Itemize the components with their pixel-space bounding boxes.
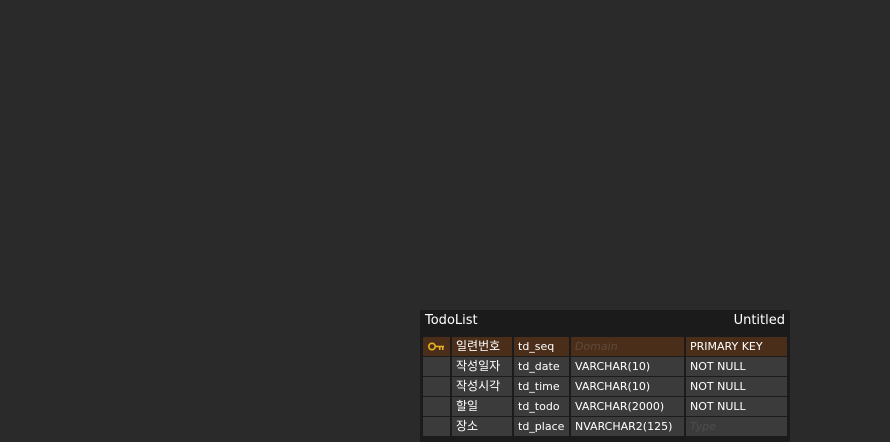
column-row[interactable]: 일련번호 td_seq Domain PRIMARY KEY	[423, 337, 787, 356]
column-logical-name[interactable]: 할일	[452, 397, 512, 416]
column-row[interactable]: 할일 td_todo VARCHAR(2000) NOT NULL	[423, 397, 787, 416]
key-cell[interactable]	[423, 357, 450, 376]
table-header[interactable]: TodoList Untitled	[420, 310, 790, 332]
key-cell[interactable]	[423, 377, 450, 396]
table-name[interactable]: TodoList	[425, 312, 478, 330]
column-option[interactable]: NOT NULL	[686, 357, 787, 376]
key-icon	[428, 342, 444, 351]
column-logical-name[interactable]: 일련번호	[452, 337, 512, 356]
column-option[interactable]: PRIMARY KEY	[686, 337, 787, 356]
column-physical-name[interactable]: td_place	[514, 417, 569, 436]
column-physical-name[interactable]: td_seq	[514, 337, 569, 356]
domain-placeholder: Domain	[575, 340, 618, 353]
column-option[interactable]: NOT NULL	[686, 397, 787, 416]
column-option-field[interactable]: Type	[686, 417, 787, 436]
column-logical-name[interactable]: 작성일자	[452, 357, 512, 376]
column-domain-field[interactable]: Domain	[571, 337, 684, 356]
table-comment[interactable]: Untitled	[734, 312, 785, 330]
column-physical-name[interactable]: td_todo	[514, 397, 569, 416]
column-row[interactable]: 작성시각 td_time VARCHAR(10) NOT NULL	[423, 377, 787, 396]
entity-table-todolist[interactable]: TodoList Untitled 일련번호 td_seq Domain PRI…	[420, 310, 790, 442]
erd-canvas[interactable]: TodoList Untitled 일련번호 td_seq Domain PRI…	[0, 0, 890, 442]
column-list: 일련번호 td_seq Domain PRIMARY KEY 작성일자 td_d…	[423, 337, 787, 437]
column-data-type[interactable]: VARCHAR(2000)	[571, 397, 684, 416]
column-physical-name[interactable]: td_date	[514, 357, 569, 376]
column-data-type[interactable]: VARCHAR(10)	[571, 377, 684, 396]
column-data-type[interactable]: NVARCHAR2(125)	[571, 417, 684, 436]
key-cell[interactable]	[423, 417, 450, 436]
key-cell[interactable]	[423, 397, 450, 416]
column-row[interactable]: 작성일자 td_date VARCHAR(10) NOT NULL	[423, 357, 787, 376]
key-cell[interactable]	[423, 337, 450, 356]
column-data-type[interactable]: VARCHAR(10)	[571, 357, 684, 376]
column-option[interactable]: NOT NULL	[686, 377, 787, 396]
column-physical-name[interactable]: td_time	[514, 377, 569, 396]
type-placeholder: Type	[690, 420, 717, 433]
column-logical-name[interactable]: 장소	[452, 417, 512, 436]
column-row[interactable]: 장소 td_place NVARCHAR2(125) Type	[423, 417, 787, 436]
column-logical-name[interactable]: 작성시각	[452, 377, 512, 396]
